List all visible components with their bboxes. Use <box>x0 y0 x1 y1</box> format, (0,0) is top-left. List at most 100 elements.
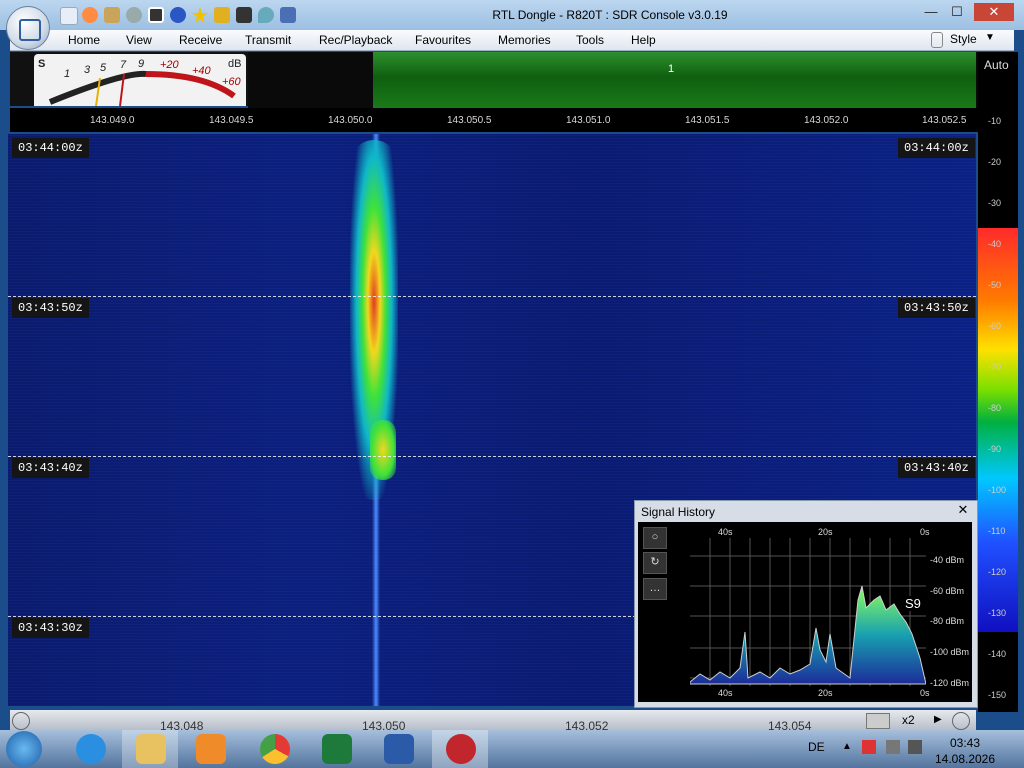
freq-tick: 143.049.0 <box>90 115 135 126</box>
history-level: -60 dBm <box>930 586 965 596</box>
stop-icon[interactable] <box>148 7 164 23</box>
play-arrow-icon[interactable]: ▶ <box>934 714 942 725</box>
db-tick: -150 <box>988 690 1007 700</box>
history-level: -80 dBm <box>930 616 965 626</box>
filter-passband[interactable] <box>373 52 976 108</box>
folder-icon <box>136 734 166 764</box>
history-level: -100 dBm <box>930 647 970 657</box>
freq-tick: 143.051.5 <box>685 115 730 126</box>
excel-icon <box>322 734 352 764</box>
db-tick: -110 <box>988 526 1006 536</box>
db-tick: -70 <box>988 362 1002 372</box>
clock-date: 14.08.2026 <box>934 752 996 766</box>
freq-tick: 143.051.0 <box>566 115 611 126</box>
menu-home[interactable]: Home <box>68 33 100 47</box>
maximize-button[interactable]: ☐ <box>944 3 970 21</box>
timestamp-right: 03:43:50z <box>898 298 975 318</box>
auto-scale-button[interactable]: Auto <box>984 58 1009 72</box>
scroll-left-button[interactable] <box>12 712 30 730</box>
menu-help[interactable]: Help <box>631 33 656 47</box>
history-time-bottom: 40s <box>718 688 733 698</box>
scroll-right-button[interactable] <box>952 712 970 730</box>
history-reset-button[interactable]: ↻ <box>643 552 667 574</box>
taskbar-ie[interactable] <box>62 730 118 768</box>
folder-icon[interactable] <box>104 7 120 23</box>
history-time-top: 0s <box>920 527 930 537</box>
db-tick: -50 <box>988 280 1002 290</box>
show-hidden-icons[interactable]: ▲ <box>842 741 852 752</box>
db-tick: -60 <box>988 321 1002 331</box>
home-icon[interactable] <box>60 7 78 25</box>
internet-explorer-icon <box>76 734 106 764</box>
frequency-scrollbar[interactable]: 143.048 143.050 143.052 143.054 <box>10 710 976 733</box>
signal-history-close-button[interactable]: ✕ <box>956 503 970 517</box>
time-gridline <box>8 296 976 298</box>
lock-icon[interactable] <box>214 7 230 23</box>
menu-transmit[interactable]: Transmit <box>245 33 291 47</box>
taskbar-word[interactable] <box>370 730 426 768</box>
timestamp-left: 03:43:40z <box>12 458 89 478</box>
close-button[interactable]: ✕ <box>974 3 1014 21</box>
menu-favourites[interactable]: Favourites <box>415 33 471 47</box>
frequency-scale[interactable]: 143.049.0 143.049.5 143.050.0 143.050.5 … <box>10 108 978 132</box>
freq-tick: 143.052.5 <box>922 115 967 126</box>
keyboard-icon[interactable] <box>866 713 890 729</box>
lifebuoy-icon[interactable] <box>82 7 98 23</box>
word-icon <box>384 734 414 764</box>
freq-tick: 143.052.0 <box>804 115 849 126</box>
history-time-top: 20s <box>818 527 833 537</box>
network-icon[interactable] <box>886 740 900 754</box>
chevron-down-icon[interactable]: ▼ <box>985 32 995 43</box>
s-meter: S dB 1 3 5 7 9 +20 +40 +60 <box>34 54 246 106</box>
language-indicator[interactable]: DE <box>808 740 825 754</box>
history-level: -120 dBm <box>930 678 970 688</box>
history-time-bottom: 20s <box>818 688 833 698</box>
menu-memories[interactable]: Memories <box>498 33 551 47</box>
history-record-button[interactable]: ○ <box>643 527 667 549</box>
camera-icon[interactable] <box>236 7 252 23</box>
history-more-button[interactable]: … <box>643 578 667 600</box>
zoom-level[interactable]: x2 <box>902 713 928 728</box>
window-title: RTL Dongle - R820T : SDR Console v3.0.19 <box>492 8 728 22</box>
action-center-icon[interactable] <box>908 740 922 754</box>
timestamp-right: 03:43:40z <box>898 458 975 478</box>
app-menu-button[interactable] <box>6 6 50 50</box>
undo-icon[interactable] <box>280 7 296 23</box>
db-tick: -80 <box>988 403 1002 413</box>
minimize-button[interactable]: — <box>918 3 944 21</box>
taskbar-explorer[interactable] <box>122 730 178 768</box>
db-tick: -130 <box>988 608 1007 618</box>
sdr-console-icon <box>446 734 476 764</box>
clock-time: 03:43 <box>949 736 981 750</box>
s-meter-arc <box>48 70 236 106</box>
s-reading: S9 <box>905 596 921 611</box>
tray-icon[interactable] <box>862 740 876 754</box>
chrome-icon <box>260 734 290 764</box>
play-icon[interactable] <box>126 7 142 23</box>
freq-tick: 143.050.0 <box>328 115 373 126</box>
history-time-bottom: 0s <box>920 688 930 698</box>
taskbar-chrome[interactable] <box>246 730 302 768</box>
taskbar-excel[interactable] <box>308 730 364 768</box>
taskbar-media[interactable] <box>182 730 238 768</box>
history-level: -40 dBm <box>930 555 965 565</box>
db-tick: -120 <box>988 567 1007 577</box>
freq-tick: 143.050.5 <box>447 115 492 126</box>
freq-tick: 143.049.5 <box>209 115 254 126</box>
drop-icon[interactable] <box>258 7 274 23</box>
signal-burst <box>370 420 396 480</box>
style-gear-icon[interactable] <box>931 32 943 48</box>
menu-rec-playback[interactable]: Rec/Playback <box>319 33 392 47</box>
taskbar-clock[interactable]: 03:43 14.08.2026 <box>930 735 1000 767</box>
start-button[interactable] <box>6 731 42 767</box>
passband-label: 1 <box>668 63 675 75</box>
style-menu[interactable]: Style <box>950 32 977 46</box>
app-icon <box>19 19 41 41</box>
menu-view[interactable]: View <box>126 33 152 47</box>
time-gridline <box>8 456 976 458</box>
menu-receive[interactable]: Receive <box>179 33 222 47</box>
add-icon[interactable] <box>170 7 186 23</box>
db-tick: -20 <box>988 157 1002 167</box>
taskbar-sdr-console[interactable] <box>432 730 488 768</box>
menu-tools[interactable]: Tools <box>576 33 604 47</box>
